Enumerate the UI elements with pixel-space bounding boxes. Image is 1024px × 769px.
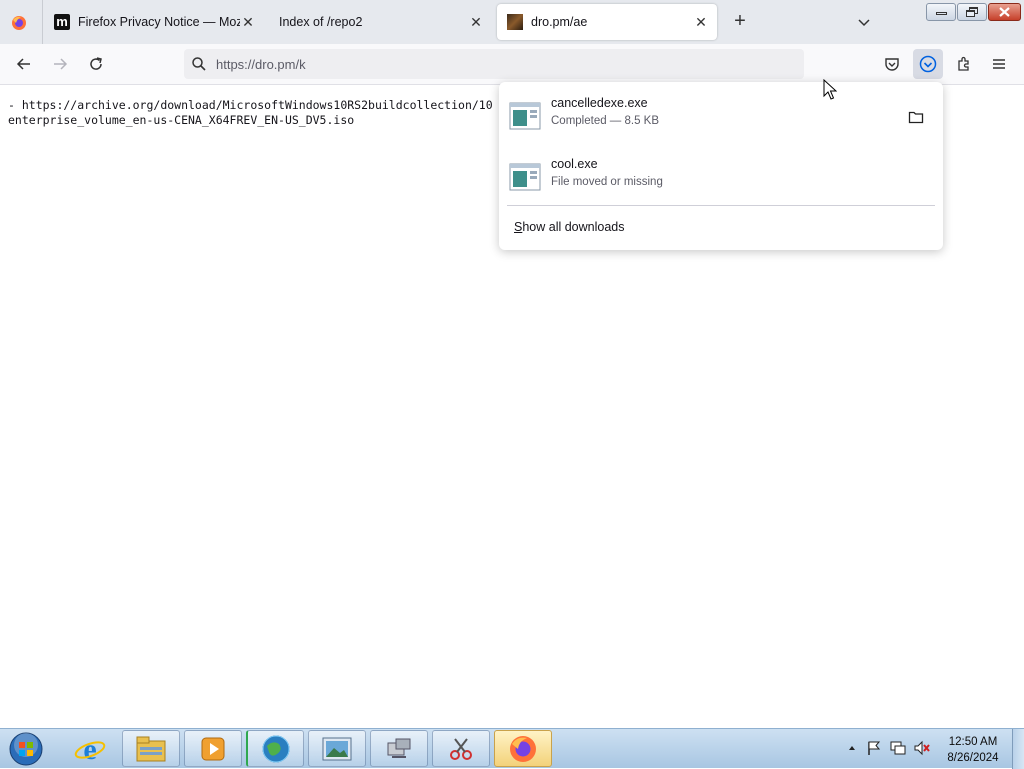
reload-button[interactable] bbox=[82, 50, 110, 78]
minimize-icon bbox=[936, 12, 947, 15]
tab-dro-pm[interactable]: dro.pm/ae ✕ bbox=[497, 4, 717, 40]
arrow-left-icon bbox=[16, 58, 30, 70]
download-filename: cancelledexe.exe bbox=[551, 96, 648, 110]
tab-strip: m Firefox Privacy Notice — Mozill ✕ Inde… bbox=[0, 0, 1024, 44]
show-hidden-icons-button[interactable] bbox=[843, 739, 861, 757]
taskbar-network-button[interactable] bbox=[370, 730, 428, 767]
url-text[interactable]: https://dro.pm/k bbox=[216, 57, 306, 72]
tab-title: dro.pm/ae bbox=[531, 15, 588, 29]
taskbar-explorer-button[interactable] bbox=[122, 730, 180, 767]
firefox-view-button[interactable] bbox=[8, 12, 30, 34]
tab-index-repo2[interactable]: Index of /repo2 ✕ bbox=[270, 4, 492, 40]
content-line: - https://archive.org/download/Microsoft… bbox=[8, 98, 493, 112]
firefox-icon bbox=[510, 735, 536, 762]
taskbar-firefox-button[interactable] bbox=[494, 730, 552, 767]
new-tab-button[interactable]: + bbox=[728, 10, 752, 34]
back-button[interactable] bbox=[10, 50, 38, 78]
arrow-right-icon bbox=[54, 58, 68, 70]
show-all-downloads-button[interactable]: Show all downloads bbox=[514, 220, 625, 234]
extensions-button[interactable] bbox=[950, 50, 978, 78]
app-menu-button[interactable] bbox=[985, 50, 1013, 78]
taskbar-clock[interactable]: 12:50 AM 8/26/2024 bbox=[940, 734, 1006, 766]
picture-viewer-icon bbox=[322, 737, 352, 760]
close-window-button[interactable] bbox=[988, 3, 1021, 21]
snipping-tool-icon bbox=[450, 737, 472, 760]
internet-explorer-icon: e bbox=[74, 733, 106, 765]
start-button[interactable] bbox=[6, 730, 46, 767]
clock-time: 12:50 AM bbox=[948, 736, 998, 748]
pocket-button[interactable] bbox=[878, 50, 906, 78]
executable-file-icon bbox=[509, 102, 541, 130]
content-line: enterprise_volume_en-us-CENA_X64FREV_EN-… bbox=[8, 113, 355, 127]
clock-date: 8/26/2024 bbox=[947, 752, 999, 764]
chevron-down-icon bbox=[858, 19, 870, 27]
network-app-icon bbox=[387, 738, 411, 758]
tab-title: Index of /repo2 bbox=[279, 15, 363, 29]
download-status: File moved or missing bbox=[551, 176, 663, 188]
taskbar-media-button[interactable] bbox=[184, 730, 242, 767]
chevron-up-icon bbox=[849, 746, 855, 750]
reload-icon bbox=[90, 57, 102, 70]
download-status: Completed — 8.5 KB bbox=[551, 115, 660, 127]
access-key: S bbox=[514, 220, 523, 234]
svg-text:e: e bbox=[83, 733, 96, 765]
restore-button[interactable] bbox=[957, 3, 987, 21]
network-monitor-icon bbox=[890, 741, 906, 755]
forward-button[interactable] bbox=[46, 50, 74, 78]
media-player-icon bbox=[201, 737, 225, 760]
network-tray-button[interactable] bbox=[889, 739, 907, 757]
close-tab-icon[interactable]: ✕ bbox=[240, 14, 256, 30]
puzzle-piece-icon bbox=[958, 56, 969, 71]
tab-title: Firefox Privacy Notice — Mozill bbox=[78, 15, 240, 29]
taskbar-snipping-button[interactable] bbox=[432, 730, 490, 767]
minimize-button[interactable] bbox=[926, 3, 956, 21]
pocket-icon bbox=[885, 58, 899, 71]
page-content: - https://archive.org/download/Microsoft… bbox=[8, 98, 493, 128]
list-all-tabs-button[interactable] bbox=[852, 10, 876, 34]
download-done-icon bbox=[919, 55, 937, 73]
action-center-tray-button[interactable] bbox=[865, 739, 883, 757]
taskbar-globe-button[interactable] bbox=[246, 730, 304, 767]
close-tab-icon[interactable]: ✕ bbox=[468, 14, 484, 30]
download-item[interactable]: cancelledexe.exe Completed — 8.5 KB bbox=[499, 91, 943, 147]
file-explorer-icon bbox=[136, 736, 166, 761]
close-tab-icon[interactable]: ✕ bbox=[693, 14, 709, 30]
search-icon bbox=[192, 57, 206, 71]
flag-icon bbox=[868, 741, 881, 755]
download-filename: cool.exe bbox=[551, 157, 598, 171]
navigation-toolbar: https://dro.pm/k bbox=[0, 44, 1024, 85]
folder-icon bbox=[908, 111, 924, 124]
downloads-button[interactable] bbox=[913, 49, 943, 79]
panel-divider bbox=[507, 205, 935, 206]
windows-start-orb-icon bbox=[9, 732, 43, 765]
hamburger-menu-icon bbox=[993, 59, 1005, 69]
restore-icon-back bbox=[966, 10, 975, 17]
address-bar[interactable]: https://dro.pm/k bbox=[184, 49, 804, 79]
tab-separator bbox=[42, 0, 43, 44]
taskbar-pictures-button[interactable] bbox=[308, 730, 366, 767]
taskbar: e 12:50 AM 8/26/2024 bbox=[0, 728, 1024, 769]
volume-tray-button[interactable] bbox=[913, 739, 931, 757]
globe-app-icon bbox=[262, 735, 289, 762]
tab-privacy-notice[interactable]: m Firefox Privacy Notice — Mozill ✕ bbox=[44, 4, 264, 40]
show-in-folder-button[interactable] bbox=[904, 105, 928, 129]
mozilla-m-icon: m bbox=[54, 14, 70, 30]
download-item[interactable]: cool.exe File moved or missing bbox=[499, 152, 943, 208]
taskbar-ie-button[interactable]: e bbox=[62, 730, 118, 767]
image-thumbnail-icon bbox=[507, 14, 523, 30]
executable-file-icon bbox=[509, 163, 541, 191]
show-desktop-button[interactable] bbox=[1012, 729, 1024, 769]
downloads-panel: cancelledexe.exe Completed — 8.5 KB cool… bbox=[499, 82, 943, 250]
mouse-cursor-icon bbox=[823, 79, 837, 100]
close-icon bbox=[999, 7, 1010, 17]
firefox-icon bbox=[12, 16, 26, 30]
volume-muted-icon bbox=[914, 740, 930, 756]
